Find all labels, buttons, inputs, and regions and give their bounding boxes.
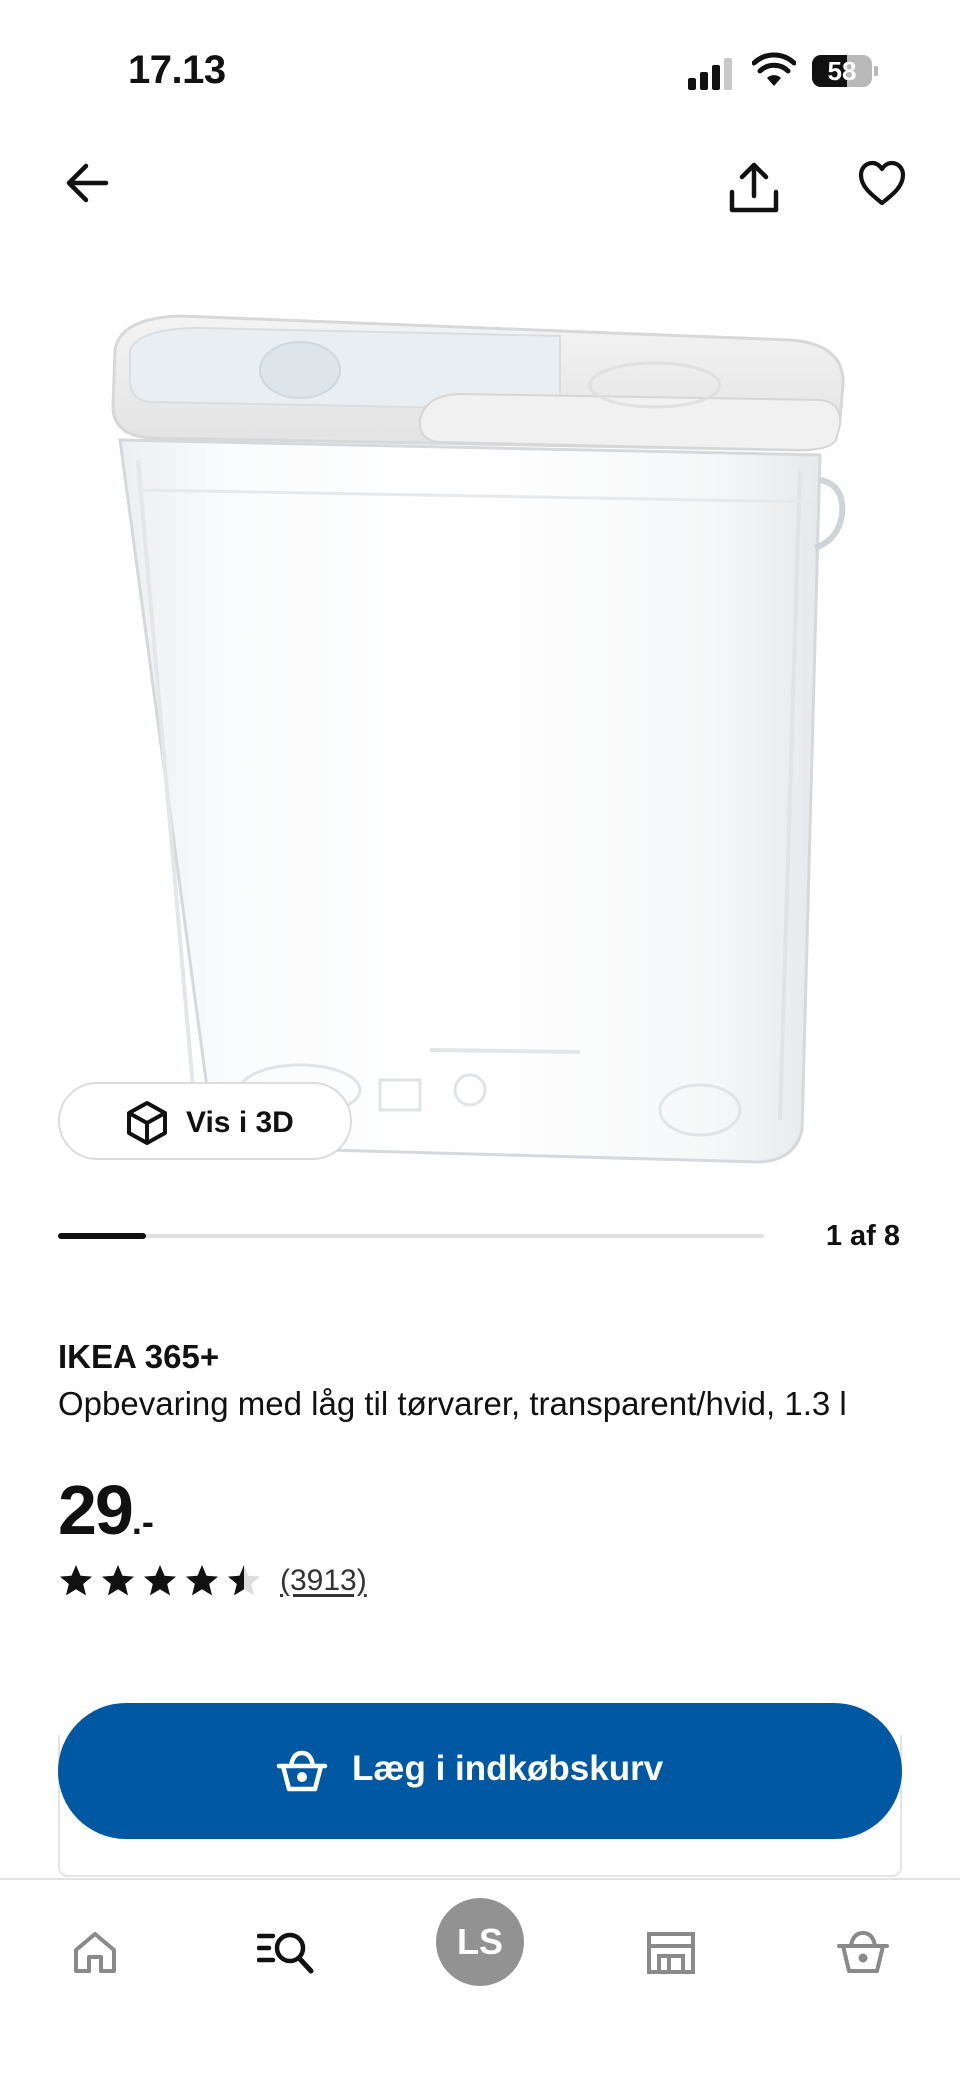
heart-icon[interactable] xyxy=(856,158,908,210)
product-price: 29.- xyxy=(58,1470,154,1550)
rating-stars xyxy=(58,1563,262,1599)
add-to-cart-button[interactable]: Læg i indkøbskurv xyxy=(58,1703,902,1839)
share-icon[interactable] xyxy=(726,160,782,216)
signal-icon xyxy=(688,58,734,90)
view-3d-label: Vis i 3D xyxy=(186,1106,294,1139)
product-image[interactable] xyxy=(0,290,960,1190)
profile-avatar[interactable]: LS xyxy=(436,1898,524,1986)
product-description: Opbevaring med låg til tørvarer, transpa… xyxy=(58,1385,847,1422)
status-time: 17.13 xyxy=(128,48,226,92)
price-value: 29 xyxy=(58,1471,134,1549)
gallery-position: 1 af 8 xyxy=(825,1220,900,1252)
store-icon xyxy=(647,1932,695,1974)
tab-search[interactable] xyxy=(242,1912,332,1992)
star-icon xyxy=(102,1565,134,1596)
star-icon xyxy=(186,1565,218,1596)
wifi-icon xyxy=(752,52,796,86)
arrow-left-icon[interactable] xyxy=(62,158,112,208)
basket-icon xyxy=(276,1750,328,1792)
bottom-tab-bar: LS xyxy=(0,1878,960,2081)
view-3d-button[interactable]: Vis i 3D xyxy=(58,1082,352,1160)
star-icon xyxy=(228,1565,260,1596)
review-count-link[interactable]: (3913) xyxy=(280,1564,367,1598)
product-rating[interactable]: (3913) xyxy=(58,1562,367,1600)
tab-stores[interactable] xyxy=(626,1912,716,1992)
basket-icon xyxy=(837,1930,889,1973)
star-icon xyxy=(144,1565,176,1596)
cube-icon xyxy=(127,1101,167,1145)
star-icon xyxy=(60,1565,92,1596)
tab-home[interactable] xyxy=(50,1912,140,1992)
add-to-cart-label: Læg i indkøbskurv xyxy=(352,1749,664,1788)
product-name: IKEA 365+ xyxy=(58,1338,220,1375)
home-icon xyxy=(74,1932,116,1973)
gallery-progress-fill xyxy=(58,1233,147,1239)
price-suffix: .- xyxy=(131,1501,154,1542)
search-icon xyxy=(257,1932,314,1974)
battery-text: 58 xyxy=(827,56,857,86)
tab-basket[interactable] xyxy=(818,1912,908,1992)
battery-indicator: 58 xyxy=(812,55,878,87)
gallery-progress xyxy=(58,1233,764,1239)
